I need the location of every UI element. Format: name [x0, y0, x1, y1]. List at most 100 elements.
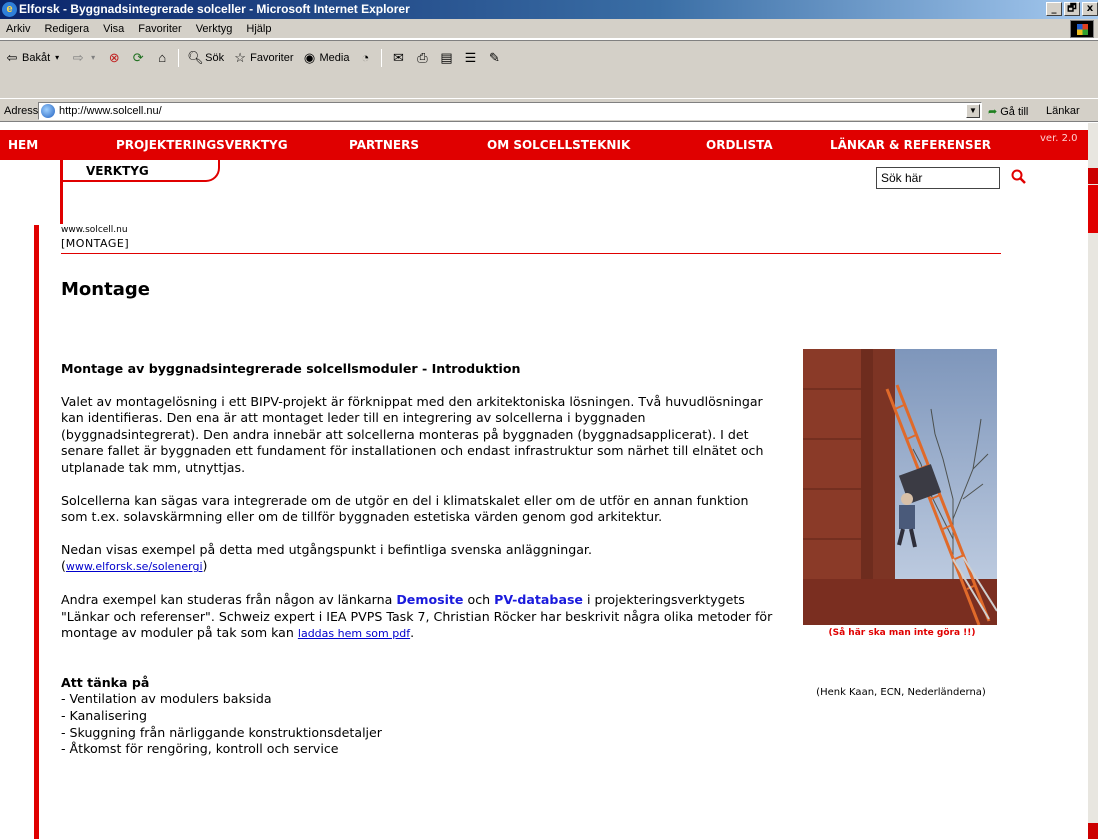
left-accent-rail [34, 225, 39, 839]
address-bar: Adress http://www.solcell.nu/ ▼ ➦ Gå til… [0, 98, 1098, 122]
references-text-d: . [410, 625, 415, 641]
back-label: Bakåt [22, 52, 51, 64]
nav-om-solcellsteknik[interactable]: OM SOLCELLSTEKNIK [487, 138, 630, 152]
scroll-down-arrow-icon[interactable] [1088, 823, 1098, 839]
chevron-down-icon[interactable]: ▾ [88, 50, 98, 66]
examples-text: Nedan visas exempel på detta med utgångs… [61, 541, 592, 557]
back-button[interactable]: ⇦ Bakåt ▾ [4, 50, 62, 66]
ladder-photo [803, 349, 997, 625]
windows-logo-icon [1070, 20, 1094, 38]
scroll-up-arrow-icon[interactable] [1088, 168, 1098, 184]
toolbar-divider [178, 49, 180, 67]
address-dropdown-icon[interactable]: ▼ [966, 104, 980, 118]
list-item: - Ventilation av modulers baksida [61, 691, 272, 707]
home-icon[interactable]: ⌂ [154, 50, 170, 66]
media-button[interactable]: ◉ Media [302, 50, 350, 66]
list-item: - Skuggning från närliggande konstruktio… [61, 724, 382, 740]
go-button[interactable]: ➦ Gå till [988, 105, 1029, 119]
minimize-button[interactable]: _ [1046, 2, 1062, 16]
chevron-down-icon[interactable]: ▾ [52, 50, 62, 66]
paren-close: ) [202, 558, 208, 574]
magnifier-icon: 🔍︎ [187, 50, 204, 65]
window-controls: _ 🗗 x [1046, 2, 1098, 16]
article-heading: Montage av byggnadsintegrerade solcellsm… [61, 361, 521, 376]
browser-toolbar: ⇦ Bakåt ▾ ⇨ ▾ ⊗ ⟳ ⌂ 🔍︎ Sök ☆ Favoriter ◉… [0, 40, 1098, 98]
address-url[interactable]: http://www.solcell.nu/ [59, 105, 162, 117]
media-label: Media [319, 52, 350, 64]
photo-caption: (Så här ska man inte göra !!) [828, 628, 976, 638]
think-heading: Att tänka på [61, 674, 150, 690]
internet-explorer-icon: e [2, 2, 17, 17]
toolbar-divider [381, 49, 383, 67]
menu-bar: Arkiv Redigera Visa Favoriter Verktyg Hj… [0, 19, 1098, 39]
photo-credit: (Henk Kaan, ECN, Nederländerna) [816, 687, 986, 698]
maximize-button[interactable]: 🗗 [1064, 2, 1080, 16]
page-globe-icon [41, 104, 55, 118]
nav-lankar-referenser[interactable]: LÄNKAR & REFERENSER [830, 138, 991, 152]
demosite-link[interactable]: Demosite [396, 592, 463, 607]
close-button[interactable]: x [1082, 2, 1098, 16]
favorites-button[interactable]: ☆ Favoriter [232, 50, 293, 66]
stop-icon[interactable]: ⊗ [106, 50, 122, 66]
window-title: Elforsk - Byggnadsintegrerade solceller … [19, 2, 410, 16]
scroll-thumb[interactable] [1088, 185, 1098, 233]
menu-hjalp[interactable]: Hjälp [246, 23, 271, 35]
go-arrow-icon: ➦ [988, 106, 998, 118]
search-icon[interactable] [1009, 167, 1029, 187]
breadcrumb-site: www.solcell.nu [61, 225, 128, 235]
paragraph-examples: Nedan visas exempel på detta med utgångs… [61, 542, 777, 576]
site-search-input[interactable]: Sök här [876, 167, 1000, 189]
nav-partners[interactable]: PARTNERS [349, 138, 419, 152]
back-arrow-icon: ⇦ [6, 50, 18, 65]
menu-verktyg[interactable]: Verktyg [196, 23, 233, 35]
pv-database-link[interactable]: PV-database [494, 592, 583, 607]
breadcrumb-divider [61, 253, 1001, 254]
paragraph-integration: Solcellerna kan sägas vara integrerade o… [61, 492, 749, 525]
print-icon[interactable]: ⎙ [414, 50, 430, 66]
menu-favoriter[interactable]: Favoriter [138, 23, 181, 35]
subtab-verktyg[interactable]: VERKTYG [60, 160, 220, 224]
list-item: - Åtkomst för rengöring, kontroll och se… [61, 741, 339, 757]
version-label: ver. 2.0 [1040, 133, 1078, 144]
forward-button[interactable]: ⇨ ▾ [70, 50, 98, 66]
edit-icon[interactable]: ▤ [438, 50, 454, 66]
menu-arkiv[interactable]: Arkiv [6, 23, 30, 35]
nav-projekteringsverktyg[interactable]: PROJEKTERINGSVERKTYG [116, 138, 288, 152]
history-icon[interactable]: ◔ [357, 50, 373, 66]
nav-ordlista[interactable]: ORDLISTA [706, 138, 773, 152]
star-folder-icon: ☆ [234, 50, 246, 65]
subtab-label: VERKTYG [86, 164, 149, 178]
article-body: Montage av byggnadsintegrerade solcellsm… [61, 361, 777, 758]
forward-arrow-icon: ⇨ [72, 50, 84, 65]
links-button[interactable]: Länkar [1046, 105, 1080, 117]
mail-icon[interactable]: ✉ [390, 50, 406, 66]
subtab-marker [60, 160, 63, 224]
search-label: Sök [205, 52, 225, 64]
think-list: - Ventilation av modulers baksida - Kana… [61, 691, 777, 757]
site-navigation: HEM PROJEKTERINGSVERKTYG PARTNERS OM SOL… [0, 130, 1088, 160]
address-input[interactable]: http://www.solcell.nu/ ▼ [38, 102, 982, 120]
paragraph-references: Andra exempel kan studeras från någon av… [61, 592, 777, 643]
elforsk-link[interactable]: www.elforsk.se/solenergi [66, 560, 203, 573]
page-viewport: HEM PROJEKTERINGSVERKTYG PARTNERS OM SOL… [0, 123, 1098, 839]
messenger-icon[interactable]: ✎ [486, 50, 502, 66]
page-title: Montage [61, 279, 150, 300]
nav-hem[interactable]: HEM [8, 138, 38, 152]
pdf-download-link[interactable]: laddas hem som pdf [298, 627, 410, 640]
go-label: Gå till [1000, 105, 1029, 118]
address-label: Adress [4, 105, 39, 117]
window-titlebar: e Elforsk - Byggnadsintegrerade solcelle… [0, 0, 1098, 19]
breadcrumb-section: [MONTAGE] [61, 237, 130, 250]
menu-redigera[interactable]: Redigera [44, 23, 89, 35]
references-text-b: och [463, 591, 495, 607]
list-item: - Kanalisering [61, 707, 147, 723]
references-text-a: Andra exempel kan studeras från någon av… [61, 591, 397, 607]
menu-visa[interactable]: Visa [103, 23, 124, 35]
vertical-scrollbar[interactable] [1088, 123, 1098, 839]
favorites-label: Favoriter [250, 52, 294, 64]
search-button[interactable]: 🔍︎ Sök [187, 50, 224, 66]
discuss-icon[interactable]: ☰ [462, 50, 478, 66]
paragraph-intro: Valet av montagelösning i ett BIPV-proje… [61, 393, 764, 475]
refresh-icon[interactable]: ⟳ [130, 50, 146, 66]
media-icon: ◉ [303, 50, 316, 65]
